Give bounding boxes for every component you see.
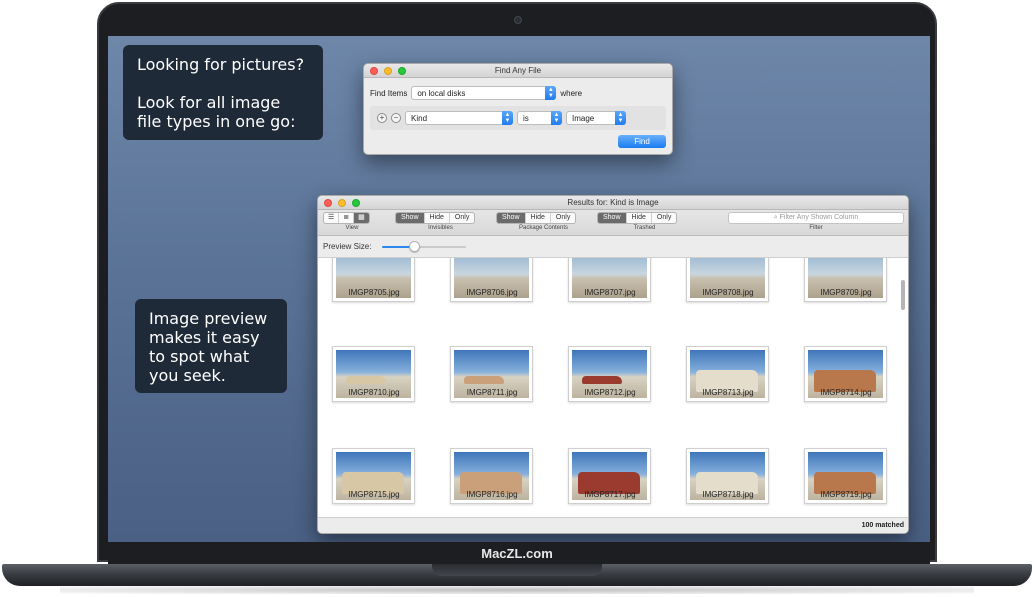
find-window-titlebar[interactable]: Find Any File	[364, 64, 672, 78]
filter-search-input[interactable]: ⌕ Filter Any Shown Column	[728, 212, 904, 224]
invisibles-label: Invisibles	[428, 225, 453, 231]
window-title: Results for: Kind is Image	[567, 198, 659, 207]
package-contents-control: Show Hide Only	[496, 212, 577, 224]
file-name: IMGP8718.jpg	[702, 490, 754, 499]
package-contents-label: Package Contents	[518, 225, 569, 231]
filter-placeholder: Filter Any Shown Column	[779, 214, 859, 221]
icon-view-icon[interactable]: ▦	[353, 213, 369, 223]
file-name: IMGP8716.jpg	[466, 490, 518, 499]
trashed-control: Show Hide Only	[597, 212, 678, 224]
operator-popup[interactable]: is ▲ ▼	[517, 111, 562, 125]
value-popup[interactable]: Image ▲ ▼	[566, 111, 626, 125]
invisibles-show[interactable]: Show	[396, 213, 424, 223]
trashed-hide[interactable]: Hide	[625, 213, 651, 223]
preview-size-label: Preview Size:	[323, 242, 372, 251]
callout-text: Looking for pictures?	[137, 55, 305, 74]
file-name: IMGP8717.jpg	[584, 490, 636, 499]
invisibles-hide[interactable]: Hide	[423, 213, 449, 223]
result-item[interactable]: IMGP8718.jpg	[672, 258, 790, 518]
callout-text: Look for all image file types in one go:	[137, 93, 296, 131]
chevron-updown-icon: ▲ ▼	[551, 111, 562, 125]
results-window: Results for: Kind is Image ☰ ≣ ▦ View Sh…	[317, 195, 909, 534]
remove-criterion-icon[interactable]: −	[391, 113, 401, 123]
add-criterion-icon[interactable]: +	[377, 113, 387, 123]
trashed-show[interactable]: Show	[598, 213, 626, 223]
stage: Looking for pictures? Look for all image…	[0, 0, 1034, 597]
filter-label: Filter	[809, 225, 823, 231]
list-view-icon[interactable]: ☰	[324, 213, 338, 223]
file-name: IMGP8719.jpg	[820, 490, 872, 499]
callout-looking-for-pictures: Looking for pictures? Look for all image…	[123, 45, 323, 140]
brand-label: MacZL.com	[481, 546, 553, 561]
result-item[interactable]: IMGP8717.jpg	[554, 258, 672, 518]
chevron-updown-icon: ▲ ▼	[502, 111, 513, 125]
callout-image-preview: Image preview makes it easy to spot what…	[135, 299, 287, 393]
results-window-titlebar[interactable]: Results for: Kind is Image	[318, 196, 908, 210]
chevron-updown-icon: ▲ ▼	[545, 86, 557, 100]
find-button[interactable]: Find	[618, 135, 666, 148]
location-value: on local disks	[417, 88, 466, 98]
status-bar: 100 matched	[318, 517, 908, 533]
view-label: View	[345, 225, 359, 231]
trashed-label: Trashed	[633, 225, 656, 231]
where-label: where	[560, 88, 583, 98]
find-items-label: Find Items	[370, 88, 408, 98]
results-grid: IMGP8705.jpg IMGP8706.jpg IMGP8707.jpg IMGP…	[318, 258, 900, 518]
criterion-row: + − Kind ▲ ▼ is ▲ ▼ Image ▲ ▼	[370, 106, 666, 130]
search-icon: ⌕	[773, 214, 778, 221]
package-only[interactable]: Only	[549, 213, 575, 223]
invisibles-control: Show Hide Only	[395, 212, 476, 224]
invisibles-only[interactable]: Only	[448, 213, 474, 223]
outline-view-icon[interactable]: ≣	[338, 213, 353, 223]
scrollbar[interactable]	[901, 260, 906, 518]
camera-icon	[514, 16, 522, 24]
scrollbar-thumb[interactable]	[901, 280, 905, 310]
result-item[interactable]: IMGP8716.jpg	[436, 258, 554, 518]
result-item[interactable]: IMGP8715.jpg	[318, 258, 436, 518]
chevron-updown-icon: ▲ ▼	[615, 111, 626, 125]
preview-size-slider-fill	[382, 246, 412, 248]
match-count: 100 matched	[861, 522, 904, 529]
kind-value: Image	[572, 113, 595, 123]
callout-text: Image preview makes it easy to spot what…	[149, 309, 268, 385]
location-popup[interactable]: on local disks ▲ ▼	[411, 86, 557, 100]
view-segmented-control: ☰ ≣ ▦	[323, 212, 370, 224]
file-name: IMGP8715.jpg	[348, 490, 400, 499]
preview-size-slider-knob[interactable]	[409, 241, 420, 252]
field-popup[interactable]: Kind ▲ ▼	[405, 111, 513, 125]
trashed-only[interactable]: Only	[650, 213, 676, 223]
find-window: Find Any File Find Items on local disks …	[363, 63, 673, 155]
package-hide[interactable]: Hide	[524, 213, 550, 223]
package-show[interactable]: Show	[497, 213, 525, 223]
laptop-notch	[432, 564, 602, 576]
operator-value: is	[523, 113, 529, 123]
toolbar: ☰ ≣ ▦ View Show Hide Only Invisibles Sho…	[318, 210, 908, 236]
field-value: Kind	[411, 113, 428, 123]
window-title: Find Any File	[494, 66, 542, 75]
result-item[interactable]: IMGP8719.jpg	[790, 258, 900, 518]
preview-size-bar: Preview Size:	[318, 236, 908, 258]
